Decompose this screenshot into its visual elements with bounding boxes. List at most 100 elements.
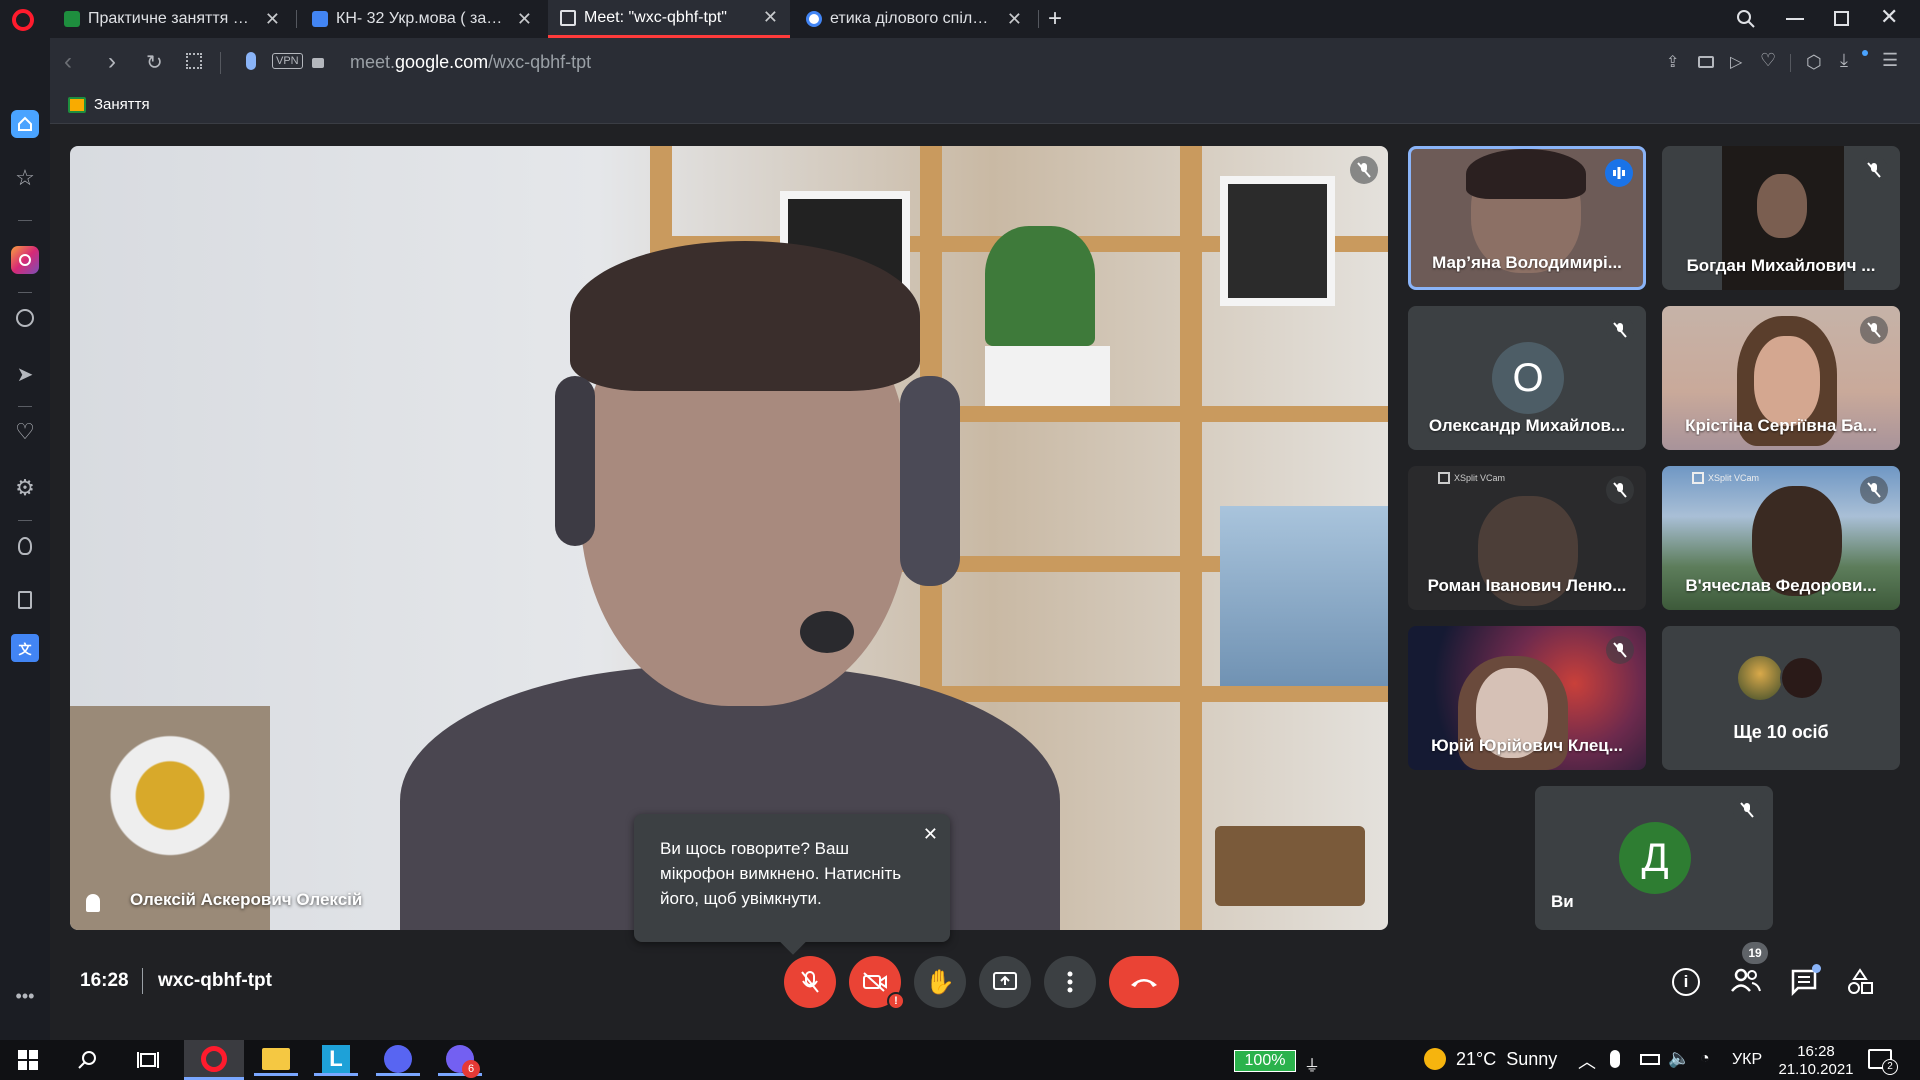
participant-tile[interactable]: XSplit VCam Роман Іванович Леню...: [1408, 466, 1646, 610]
chevron-up-icon[interactable]: ︿: [1578, 1048, 1596, 1074]
star-icon[interactable]: ☆: [11, 164, 39, 192]
close-tab-icon[interactable]: ✕: [265, 9, 280, 30]
tab-practical[interactable]: Практичне заняття 1. Види ✕: [52, 0, 292, 38]
home-icon[interactable]: [11, 110, 39, 138]
mic-off-icon: [1860, 476, 1888, 504]
self-label: Ви: [1551, 892, 1574, 911]
participant-tile[interactable]: О Олександр Михайлов...: [1408, 306, 1646, 450]
microphone-tray-icon[interactable]: [1610, 1050, 1620, 1068]
mic-off-icon: [1606, 316, 1634, 344]
discord-button[interactable]: [376, 1044, 420, 1076]
clock[interactable]: 16:28 21.10.2021: [1774, 1043, 1858, 1079]
tab-etyka[interactable]: етика ділового спілкуванн ✕: [794, 0, 1034, 38]
search-tabs-icon[interactable]: [1736, 9, 1756, 34]
participant-tile[interactable]: Богдан Михайлович ...: [1662, 146, 1900, 290]
bookmark-heart-icon[interactable]: ♡: [1760, 50, 1776, 71]
back-icon[interactable]: ‹: [64, 48, 72, 76]
vpn-badge[interactable]: VPN: [272, 53, 303, 69]
close-tab-icon[interactable]: ✕: [517, 9, 532, 30]
share-icon[interactable]: ⇪: [1666, 52, 1679, 72]
mic-toggle-button[interactable]: [784, 956, 836, 1008]
wifi-icon[interactable]: ◔: [1700, 1050, 1710, 1068]
opera-taskbar-button[interactable]: [184, 1040, 244, 1080]
activities-button[interactable]: [1846, 968, 1874, 1001]
lightbulb-icon[interactable]: [11, 532, 39, 560]
extensions-icon[interactable]: ⬡: [1806, 52, 1822, 73]
classroom-icon: [312, 11, 328, 27]
camera-off-icon: [863, 972, 887, 992]
participant-avatar: О: [1492, 342, 1564, 414]
activities-icon: [1848, 968, 1873, 994]
translate-icon[interactable]: 文: [11, 634, 39, 662]
player-icon[interactable]: [11, 304, 39, 332]
close-tab-icon[interactable]: ✕: [1007, 9, 1022, 30]
more-options-button[interactable]: [1044, 956, 1096, 1008]
main-speaker-name: Олексій Аскерович Олексій: [130, 890, 363, 909]
opera-logo-icon[interactable]: [12, 9, 34, 31]
microphone-icon: [246, 52, 256, 70]
xsplit-watermark: XSplit VCam: [1692, 472, 1759, 484]
bookmark-zanyattya[interactable]: Заняття: [68, 96, 150, 113]
search-button[interactable]: [66, 1044, 110, 1076]
self-tile[interactable]: Д Ви: [1535, 786, 1773, 930]
start-button[interactable]: [6, 1044, 50, 1076]
battery-tray-icon[interactable]: [1640, 1054, 1660, 1065]
people-button[interactable]: 19: [1730, 942, 1768, 998]
close-window-button[interactable]: ✕: [1880, 4, 1898, 30]
participant-tile[interactable]: XSplit VCam В'ячеслав Федорови...: [1662, 466, 1900, 610]
task-view-button[interactable]: [126, 1044, 170, 1076]
meeting-time: 16:28: [80, 970, 129, 991]
participant-name: Роман Іванович Леню...: [1427, 576, 1627, 595]
close-tooltip-button[interactable]: ✕: [923, 822, 938, 847]
more-participants-tile[interactable]: Ще 10 осіб: [1662, 626, 1900, 770]
instagram-icon[interactable]: [11, 246, 39, 274]
minimize-button[interactable]: [1786, 18, 1804, 20]
settings-icon[interactable]: ⚙: [11, 474, 39, 502]
camera-toggle-button[interactable]: !: [849, 956, 905, 1010]
participant-name: В'ячеслав Федорови...: [1685, 576, 1877, 595]
weather-widget[interactable]: 21°C Sunny: [1424, 1048, 1557, 1070]
language-indicator[interactable]: УКР: [1732, 1051, 1762, 1069]
main-speaker-video[interactable]: Олексій Аскерович Олексій: [70, 146, 1388, 930]
participant-tile[interactable]: Мар’яна Володимирі...: [1408, 146, 1646, 290]
reload-icon[interactable]: ↻: [146, 50, 163, 75]
camera-snapshot-icon[interactable]: [1698, 56, 1714, 68]
participant-tile[interactable]: Крістіна Сергіївна Ба...: [1662, 306, 1900, 450]
volume-icon[interactable]: 🔈: [1668, 1048, 1690, 1069]
folder-icon: [262, 1047, 290, 1070]
calculator-icon[interactable]: [11, 586, 39, 614]
close-tab-icon[interactable]: ✕: [763, 7, 778, 28]
participant-tile[interactable]: Юрій Юрійович Клец...: [1408, 626, 1646, 770]
chat-button[interactable]: [1790, 964, 1821, 1001]
maximize-button[interactable]: [1834, 11, 1849, 26]
mic-off-icon: [1860, 316, 1888, 344]
forward-icon[interactable]: ›: [108, 48, 116, 76]
download-icon[interactable]: ⤓: [1840, 50, 1848, 71]
send-icon[interactable]: ➤: [11, 360, 39, 388]
app-l-button[interactable]: L: [314, 1044, 358, 1076]
meet-area: Олексій Аскерович Олексій Мар’яна Володи…: [50, 124, 1920, 1040]
tab-grid-icon[interactable]: [186, 53, 202, 69]
notifications-button[interactable]: 2: [1868, 1049, 1898, 1075]
raise-hand-button[interactable]: ✋: [914, 956, 966, 1008]
tab-ukr-mova[interactable]: КН- 32 Укр.мова ( за проф ✕: [300, 0, 544, 38]
viber-button[interactable]: 6: [438, 1044, 482, 1078]
present-icon: [993, 972, 1017, 990]
url-field[interactable]: meet.google.com/wxc-qbhf-tpt: [350, 52, 591, 73]
new-tab-button[interactable]: +: [1048, 5, 1062, 33]
meeting-details-button[interactable]: i: [1672, 968, 1700, 996]
lock-icon[interactable]: [312, 58, 324, 68]
heart-icon[interactable]: ♡: [11, 418, 39, 446]
leave-call-button[interactable]: [1109, 956, 1179, 1008]
meet-tab-icon: [560, 9, 576, 26]
picture-frame: [1220, 176, 1335, 306]
people-icon: [1731, 968, 1761, 992]
send-to-icon[interactable]: ▷: [1730, 52, 1742, 72]
tab-meet[interactable]: Meet: "wxc-qbhf-tpt" ✕: [548, 0, 790, 38]
file-explorer-button[interactable]: [254, 1044, 298, 1076]
easy-setup-icon[interactable]: ☰: [1882, 50, 1898, 71]
more-options-icon[interactable]: •••: [11, 982, 39, 1010]
avatar: [1780, 656, 1824, 700]
browser-sidebar: ☆ ➤ ♡ ⚙ 文 •••: [0, 38, 50, 1040]
present-screen-button[interactable]: [979, 956, 1031, 1008]
